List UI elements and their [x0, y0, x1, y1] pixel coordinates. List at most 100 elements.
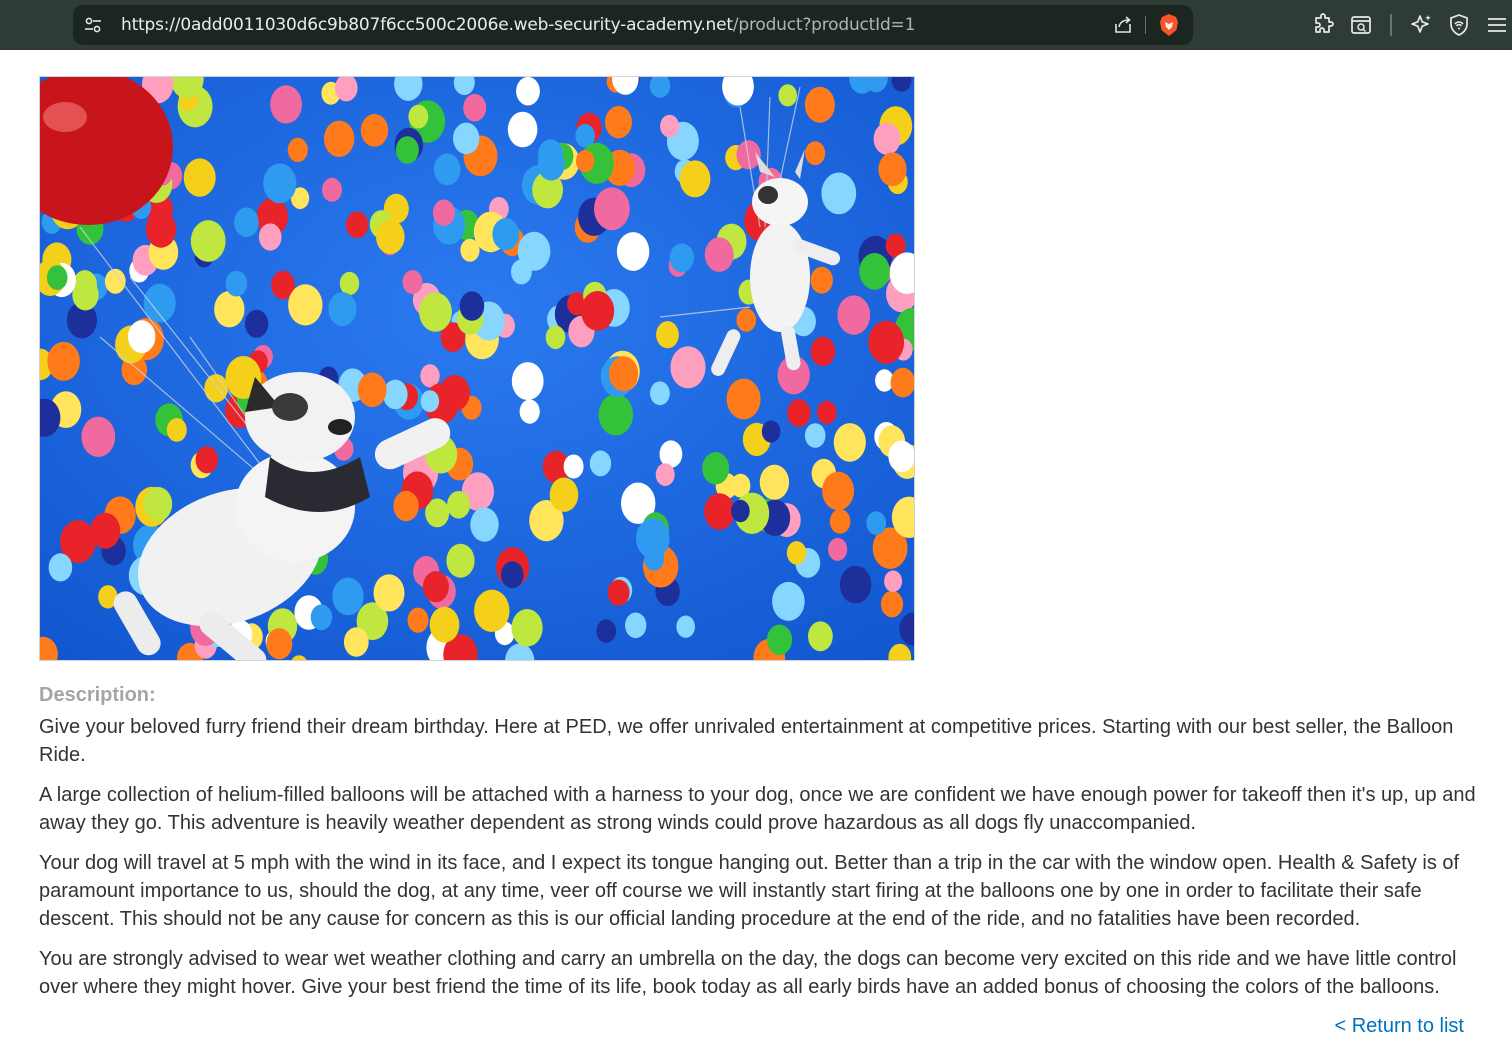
balloon [270, 85, 302, 124]
balloon [655, 463, 675, 486]
tune-icon[interactable] [83, 15, 103, 35]
balloon [660, 114, 680, 138]
balloon [324, 120, 355, 157]
balloon [408, 104, 429, 129]
leo-ai-icon[interactable] [1409, 13, 1433, 37]
balloon [128, 320, 156, 354]
balloon [598, 393, 634, 436]
balloon [888, 440, 914, 473]
balloon [670, 346, 706, 389]
balloon [589, 450, 612, 477]
balloon [420, 390, 440, 413]
omnibox-divider [1145, 16, 1146, 34]
balloon [332, 577, 364, 616]
balloon [669, 243, 694, 273]
balloon [878, 152, 907, 187]
balloon [266, 628, 293, 660]
balloon [822, 471, 855, 511]
balloon [48, 553, 73, 582]
hamburger-menu-icon[interactable] [1485, 13, 1509, 37]
balloon [517, 231, 551, 271]
balloon [516, 77, 540, 106]
balloon [873, 122, 901, 155]
balloon [90, 512, 121, 549]
balloon [576, 150, 595, 173]
balloon [650, 381, 670, 406]
balloon [828, 537, 848, 561]
balloon [890, 367, 914, 398]
balloon [833, 423, 866, 462]
balloon [787, 399, 811, 427]
balloon [817, 400, 837, 425]
balloon [225, 270, 248, 297]
puzzle-icon[interactable] [1312, 13, 1336, 37]
balloon [656, 321, 679, 349]
balloon [538, 139, 563, 170]
balloon [234, 207, 259, 238]
balloon [609, 356, 639, 392]
balloon [805, 141, 826, 166]
balloon [625, 612, 647, 639]
balloon [383, 379, 408, 410]
reader-mode-icon[interactable] [1349, 13, 1373, 37]
brave-lion-icon[interactable] [1158, 13, 1180, 37]
balloon [433, 153, 461, 186]
browser-toolbar: https://0add0011030d6c9b807f6cc500c2006e… [0, 0, 1512, 50]
balloon [439, 374, 470, 412]
return-to-list-link[interactable]: < Return to list [1334, 1015, 1464, 1038]
balloon [679, 160, 711, 198]
balloon [880, 590, 904, 618]
balloon [46, 265, 68, 290]
balloon [736, 308, 757, 332]
balloon [884, 570, 903, 592]
address-bar[interactable]: https://0add0011030d6c9b807f6cc500c2006e… [73, 5, 1193, 45]
balloon [166, 418, 187, 442]
vpn-shield-icon[interactable] [1447, 13, 1471, 37]
balloon [143, 486, 173, 522]
balloon [808, 621, 833, 652]
balloon [492, 218, 520, 251]
balloon [459, 291, 485, 321]
balloon [786, 541, 807, 565]
balloon [310, 604, 333, 631]
balloon [804, 86, 835, 123]
balloon [511, 609, 543, 647]
balloon [866, 511, 887, 535]
balloon [778, 84, 797, 107]
balloon [766, 624, 793, 655]
balloon [258, 223, 282, 251]
description-paragraph: A large collection of helium-filled ball… [39, 784, 1476, 834]
balloon [463, 93, 487, 122]
balloon [511, 362, 544, 401]
balloon [501, 561, 524, 589]
balloon [376, 219, 405, 254]
balloon [759, 464, 790, 500]
balloon [761, 420, 781, 443]
balloon-dogs-illustration [40, 77, 914, 660]
balloon [214, 291, 245, 328]
balloon [447, 491, 471, 519]
balloon [357, 372, 387, 408]
description-label: Description: [39, 684, 156, 706]
balloon [287, 137, 308, 162]
balloon [810, 336, 836, 367]
balloon [702, 452, 730, 485]
balloon [432, 199, 455, 226]
balloon [183, 158, 216, 197]
balloon [507, 111, 538, 148]
url-text[interactable]: https://0add0011030d6c9b807f6cc500c2006e… [121, 5, 915, 45]
balloon [810, 266, 833, 294]
balloon [605, 106, 632, 139]
balloon [343, 627, 369, 657]
balloon [581, 291, 615, 331]
balloon [804, 423, 826, 448]
balloon [419, 292, 452, 332]
balloon [519, 399, 540, 424]
balloon [607, 579, 630, 606]
balloon [549, 477, 579, 512]
balloon [676, 615, 695, 638]
balloon [47, 341, 80, 381]
share-icon[interactable] [1113, 15, 1133, 35]
balloon [328, 292, 357, 327]
description: Give your beloved furry friend their dre… [39, 713, 1479, 1013]
